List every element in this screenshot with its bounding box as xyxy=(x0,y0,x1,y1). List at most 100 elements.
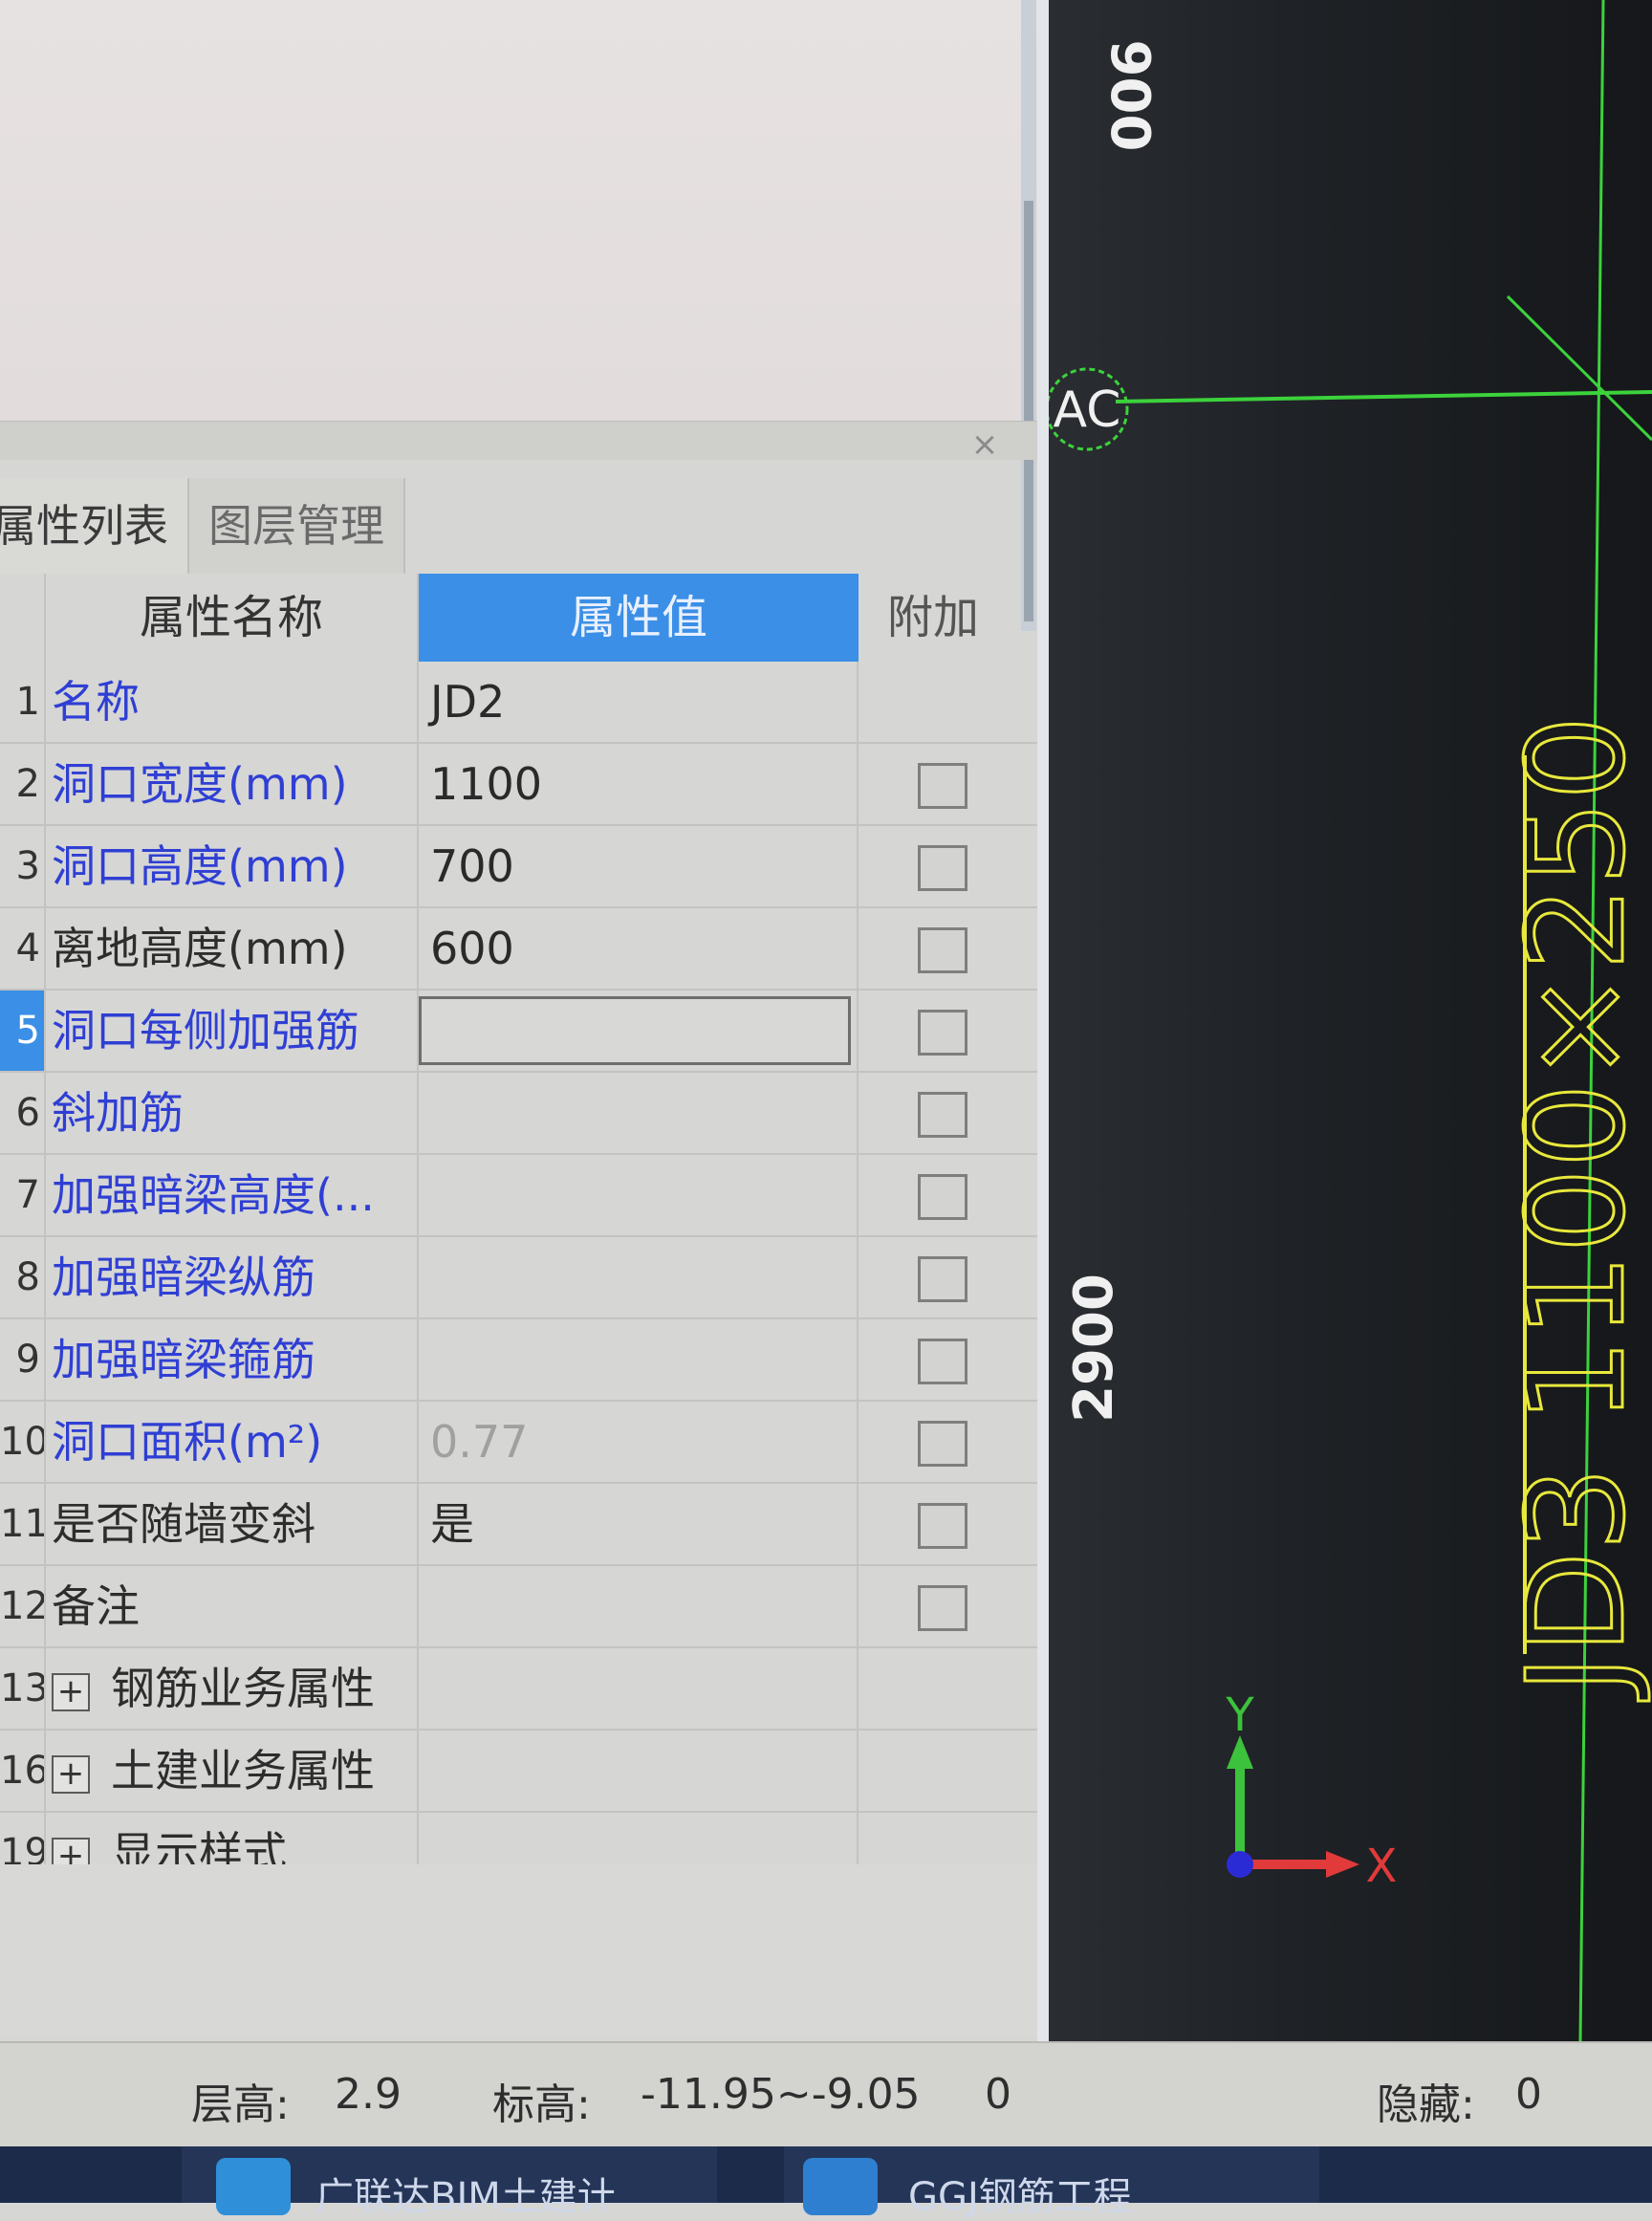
extra-checkbox[interactable] xyxy=(918,927,967,973)
extra-checkbox[interactable] xyxy=(918,1585,967,1631)
row-number: 8 xyxy=(0,1237,46,1317)
property-value-cell[interactable] xyxy=(419,1648,859,1729)
taskbar-item-bim[interactable]: 广联达BIM土建计 xyxy=(182,2146,717,2219)
property-name-cell[interactable]: 离地高度(mm) xyxy=(46,908,419,989)
property-name-cell[interactable]: 备注 xyxy=(46,1566,419,1646)
property-value-cell[interactable]: 0.77 xyxy=(419,1402,859,1482)
property-value-cell[interactable]: 1100 xyxy=(419,744,859,824)
property-name-cell[interactable]: 斜加筋 xyxy=(46,1073,419,1153)
table-row[interactable]: 7 加强暗梁高度(... xyxy=(0,1155,1037,1237)
property-value-cell[interactable] xyxy=(419,991,859,1071)
property-name-cell[interactable]: 洞口每侧加强筋 xyxy=(46,991,419,1071)
table-row[interactable]: 16 + 土建业务属性 xyxy=(0,1731,1037,1813)
taskbar: 广联达BIM土建计 GGJ钢筋工程 xyxy=(0,2146,1652,2219)
status-bar: 层高: 2.9 标高: -11.95~-9.05 0 隐藏: 0 xyxy=(0,2041,1652,2148)
property-value-cell[interactable] xyxy=(419,1566,859,1646)
property-name-cell[interactable]: 洞口面积(m²) xyxy=(46,1402,419,1482)
status-extra-value: 0 xyxy=(985,2070,1011,2119)
property-name-cell[interactable]: 名称 xyxy=(46,662,419,742)
header-num xyxy=(0,574,46,662)
property-name-label: 加强暗梁高度(... xyxy=(52,1169,375,1221)
table-row[interactable]: 6 斜加筋 xyxy=(0,1073,1037,1155)
panel-scrollbar[interactable] xyxy=(1021,0,1036,631)
diagonal-line xyxy=(1506,294,1652,442)
panel-title-strip xyxy=(0,421,1037,460)
property-name-label: 备注 xyxy=(52,1580,140,1632)
table-row[interactable]: 1 名称 JD2 xyxy=(0,662,1037,744)
row-number: 6 xyxy=(0,1073,46,1153)
property-name-label: 洞口高度(mm) xyxy=(52,840,348,892)
property-name-cell[interactable]: 洞口宽度(mm) xyxy=(46,744,419,824)
extra-cell xyxy=(859,1237,1037,1317)
value-edit-box[interactable] xyxy=(419,996,851,1065)
property-name-cell[interactable]: 加强暗梁箍筋 xyxy=(46,1319,419,1400)
extra-cell xyxy=(859,908,1037,989)
panel-tabs: 属性列表 图层管理 xyxy=(0,478,405,574)
property-value-cell[interactable] xyxy=(419,1073,859,1153)
extra-checkbox[interactable] xyxy=(918,763,967,809)
extra-checkbox[interactable] xyxy=(918,1256,967,1302)
tab-property-list[interactable]: 属性列表 xyxy=(0,478,189,574)
property-value-cell[interactable] xyxy=(419,1319,859,1400)
y-axis-label: Y xyxy=(1225,1688,1254,1742)
drawing-canvas[interactable]: AC 900 2900 JD3 1100×250 Y X xyxy=(1049,0,1652,2041)
table-row[interactable]: 10 洞口面积(m²) 0.77 xyxy=(0,1402,1037,1484)
property-name-label: 钢筋业务属性 xyxy=(111,1663,375,1714)
extra-checkbox[interactable] xyxy=(918,1010,967,1056)
property-name-label: 名称 xyxy=(52,676,140,728)
expand-icon[interactable]: + xyxy=(52,1754,90,1794)
header-property-name[interactable]: 属性名称 xyxy=(46,574,419,662)
property-value-cell[interactable]: 600 xyxy=(419,908,859,989)
expand-icon[interactable]: + xyxy=(52,1672,90,1711)
taskbar-item-ggj[interactable]: GGJ钢筋工程 xyxy=(784,2146,1319,2219)
property-name-cell[interactable]: 加强暗梁纵筋 xyxy=(46,1237,419,1317)
extra-checkbox[interactable] xyxy=(918,845,967,891)
panel-top-area xyxy=(0,0,1037,421)
property-name-cell[interactable]: 加强暗梁高度(... xyxy=(46,1155,419,1235)
scrollbar-thumb[interactable] xyxy=(1024,201,1033,621)
property-name-label: 土建业务属性 xyxy=(111,1745,375,1796)
table-row[interactable]: 11 是否随墙变斜 是 xyxy=(0,1484,1037,1566)
tab-layer-management[interactable]: 图层管理 xyxy=(189,478,405,574)
extra-checkbox[interactable] xyxy=(918,1503,967,1549)
x-axis-label: X xyxy=(1366,1840,1398,1893)
floor-height-value: 2.9 xyxy=(335,2070,402,2119)
table-row[interactable]: 8 加强暗梁纵筋 xyxy=(0,1237,1037,1319)
property-name-cell[interactable]: 洞口高度(mm) xyxy=(46,826,419,906)
property-name-label: 加强暗梁纵筋 xyxy=(52,1252,315,1303)
extra-cell xyxy=(859,662,1037,742)
property-value-cell[interactable] xyxy=(419,1155,859,1235)
row-number: 4 xyxy=(0,908,46,989)
table-row[interactable]: 4 离地高度(mm) 600 xyxy=(0,908,1037,991)
table-row[interactable]: 9 加强暗梁箍筋 xyxy=(0,1319,1037,1402)
extra-cell xyxy=(859,826,1037,906)
table-row[interactable]: 5 洞口每侧加强筋 xyxy=(0,991,1037,1073)
property-name-label: 洞口面积(m²) xyxy=(52,1416,323,1468)
axis-line-ac xyxy=(1115,390,1652,403)
property-value-cell[interactable] xyxy=(419,1731,859,1811)
close-icon[interactable]: × xyxy=(966,425,1004,464)
extra-checkbox[interactable] xyxy=(918,1092,967,1138)
extra-checkbox[interactable] xyxy=(918,1339,967,1384)
property-value-cell[interactable]: 是 xyxy=(419,1484,859,1564)
property-value-cell[interactable]: JD2 xyxy=(419,662,859,742)
header-property-value[interactable]: 属性值 xyxy=(419,574,859,662)
property-value-cell[interactable] xyxy=(419,1237,859,1317)
dim-text-900: 900 xyxy=(1098,40,1161,152)
table-row[interactable]: 12 备注 xyxy=(0,1566,1037,1648)
row-number: 13 xyxy=(0,1648,46,1729)
extra-cell xyxy=(859,1155,1037,1235)
table-row[interactable]: 2 洞口宽度(mm) 1100 xyxy=(0,744,1037,826)
extra-cell xyxy=(859,1566,1037,1646)
property-name-cell[interactable]: + 钢筋业务属性 xyxy=(46,1648,419,1729)
panel-divider[interactable] xyxy=(1037,0,1049,2041)
table-row[interactable]: 3 洞口高度(mm) 700 xyxy=(0,826,1037,908)
table-row[interactable]: 13 + 钢筋业务属性 xyxy=(0,1648,1037,1731)
extra-checkbox[interactable] xyxy=(918,1421,967,1467)
property-name-cell[interactable]: 是否随墙变斜 xyxy=(46,1484,419,1564)
row-number: 11 xyxy=(0,1484,46,1564)
header-extra[interactable]: 附加 xyxy=(859,574,1037,662)
property-value-cell[interactable]: 700 xyxy=(419,826,859,906)
extra-checkbox[interactable] xyxy=(918,1174,967,1220)
property-name-cell[interactable]: + 土建业务属性 xyxy=(46,1731,419,1811)
